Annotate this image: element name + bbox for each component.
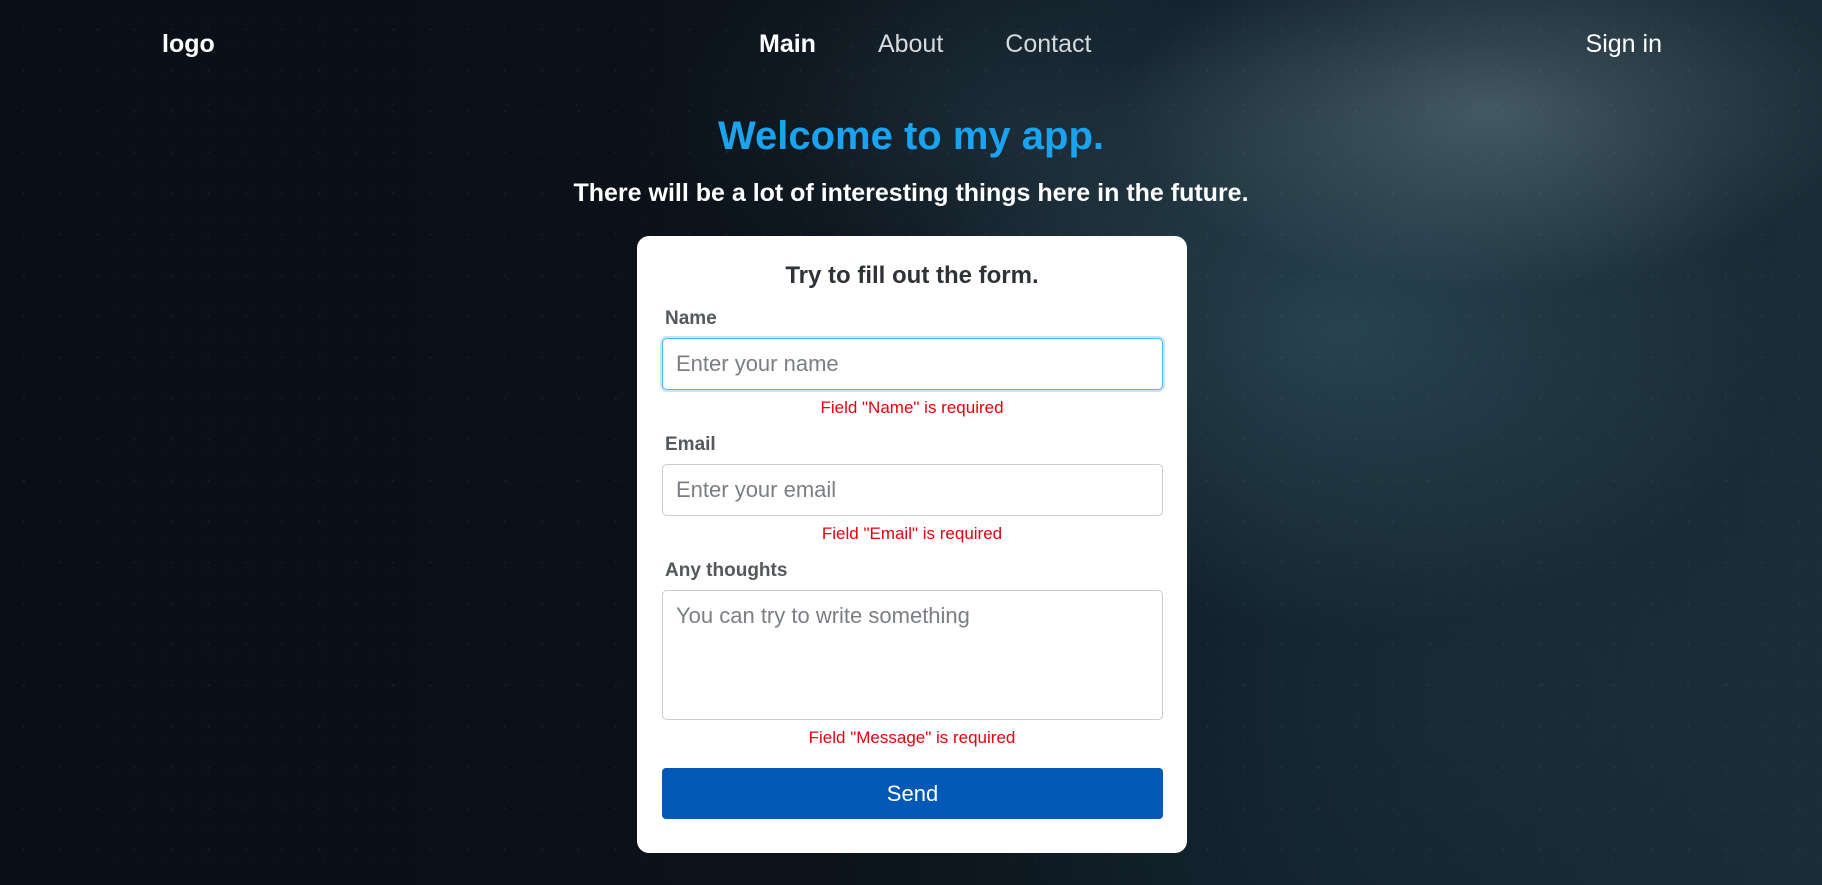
- email-error: Field "Email" is required: [821, 524, 1003, 543]
- nav-link-about[interactable]: About: [878, 30, 943, 59]
- message-textarea[interactable]: [662, 590, 1163, 720]
- name-field-group: Name Field "Name" is required: [662, 308, 1163, 418]
- email-field-group: Email Field "Email" is required: [662, 434, 1163, 544]
- name-error: Field "Name" is required: [820, 398, 1004, 417]
- nav-link-contact[interactable]: Contact: [1005, 30, 1091, 59]
- contact-form-card: Try to fill out the form. Name Field "Na…: [637, 236, 1187, 853]
- email-input[interactable]: [662, 464, 1163, 516]
- form-title: Try to fill out the form.: [785, 262, 1039, 289]
- hero-subtitle: There will be a lot of interesting thing…: [573, 179, 1249, 207]
- name-label: Name: [665, 308, 717, 329]
- top-nav: logo Main About Contact Sign in: [0, 0, 1822, 90]
- logo[interactable]: logo: [162, 30, 215, 59]
- nav-links: Main About Contact: [759, 30, 1091, 59]
- send-button[interactable]: Send: [662, 768, 1163, 819]
- email-label: Email: [665, 434, 716, 455]
- message-label: Any thoughts: [665, 560, 788, 581]
- sign-in-link[interactable]: Sign in: [1586, 30, 1662, 59]
- nav-link-main[interactable]: Main: [759, 30, 816, 59]
- message-field-group: Any thoughts Field "Message" is required: [662, 560, 1163, 748]
- message-error: Field "Message" is required: [808, 728, 1016, 747]
- name-input[interactable]: [662, 338, 1163, 390]
- hero-title: Welcome to my app.: [717, 114, 1104, 158]
